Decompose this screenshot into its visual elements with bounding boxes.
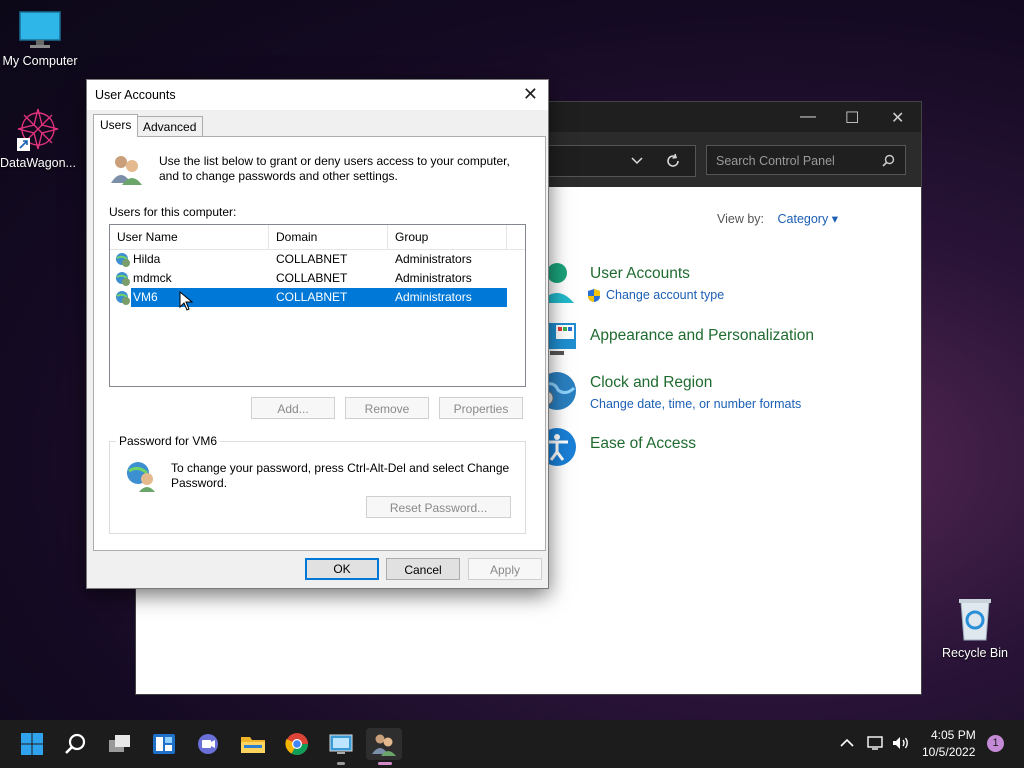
refresh-icon[interactable] — [665, 153, 681, 169]
password-instructions: To change your password, press Ctrl-Alt-… — [171, 461, 510, 490]
link-change-account-type[interactable]: Change account type — [606, 288, 724, 302]
desktop-icon-datawagon[interactable]: DataWagon... — [0, 106, 78, 170]
uac-shield-icon — [588, 289, 600, 302]
category-clock-region[interactable]: Clock and Region — [590, 374, 712, 392]
clock-date[interactable]: 10/5/2022 — [922, 745, 975, 759]
cell-domain: COLLABNET — [276, 252, 348, 266]
maximize-button[interactable]: ☐ — [845, 108, 859, 128]
user-accounts-taskbar-button[interactable] — [366, 728, 402, 760]
cell-group: Administrators — [395, 252, 472, 266]
task-view-icon — [109, 735, 130, 752]
search-icon[interactable] — [882, 154, 895, 167]
table-row[interactable]: Hilda COLLABNET Administrators — [110, 250, 510, 269]
dialog-titlebar[interactable]: User Accounts ✕ — [87, 80, 548, 110]
cell-domain: COLLABNET — [276, 271, 348, 285]
folder-icon — [241, 737, 265, 753]
add-user-button[interactable]: Add... — [251, 397, 335, 419]
address-bar[interactable] — [547, 145, 696, 177]
dialog-close-button[interactable]: ✕ — [523, 84, 538, 105]
teams-chat-button[interactable] — [192, 728, 224, 760]
column-header-group[interactable]: Group — [388, 225, 507, 249]
category-appearance-personalization[interactable]: Appearance and Personalization — [590, 327, 814, 345]
apply-button[interactable]: Apply — [468, 558, 542, 580]
users-icon — [111, 156, 142, 185]
category-ease-of-access[interactable]: Ease of Access — [590, 435, 696, 453]
properties-button[interactable]: Properties — [439, 397, 523, 419]
chat-icon — [198, 734, 218, 754]
desktop-icon-label: Recycle Bin — [942, 646, 1008, 660]
remove-user-button[interactable]: Remove — [345, 397, 429, 419]
dialog-title: User Accounts — [95, 88, 176, 102]
file-explorer-button[interactable] — [237, 728, 269, 760]
volume-icon[interactable] — [891, 735, 911, 751]
user-globe-icon — [116, 291, 130, 305]
widgets-button[interactable] — [148, 728, 180, 760]
monitor-icon — [19, 11, 61, 48]
listview-header: User Name Domain Group — [110, 225, 525, 250]
chevron-up-icon[interactable] — [840, 738, 854, 748]
mouse-cursor-icon — [179, 291, 193, 311]
tab-users[interactable]: Users — [93, 114, 139, 137]
users-tab-panel: Use the list below to grant or deny user… — [93, 136, 546, 551]
active-indicator — [378, 762, 392, 765]
control-panel-icon — [329, 734, 353, 754]
taskbar: 4:05 PM 10/5/2022 1 — [0, 720, 1024, 768]
search-control-panel-input[interactable]: Search Control Panel — [706, 145, 906, 175]
cell-user-name: VM6 — [133, 290, 158, 304]
view-by-dropdown[interactable]: Category ▾ — [778, 212, 839, 226]
view-by-label: View by: — [717, 212, 765, 226]
desktop-icon-label: My Computer — [2, 54, 78, 68]
desktop-icon-label: DataWagon... — [0, 156, 76, 170]
intro-text: Use the list below to grant or deny user… — [159, 154, 510, 183]
password-group-label: Password for VM6 — [116, 434, 221, 448]
cell-user-name: mdmck — [133, 271, 172, 285]
table-row-selected[interactable]: VM6 COLLABNET Administrators — [110, 288, 510, 307]
clock-time[interactable]: 4:05 PM — [931, 728, 976, 742]
network-icon[interactable] — [866, 735, 884, 751]
user-globe-icon — [116, 253, 130, 267]
chrome-button[interactable] — [281, 728, 313, 760]
link-change-date-time-formats[interactable]: Change date, time, or number formats — [590, 397, 801, 411]
users-icon — [372, 734, 396, 756]
widgets-icon — [153, 734, 175, 754]
notification-badge[interactable]: 1 — [987, 735, 1004, 752]
cell-domain: COLLABNET — [276, 290, 348, 304]
column-header-domain[interactable]: Domain — [269, 225, 388, 249]
chevron-down-icon[interactable] — [631, 156, 643, 166]
user-globe-icon — [127, 462, 155, 492]
reset-password-button[interactable]: Reset Password... — [366, 496, 511, 518]
cell-group: Administrators — [395, 271, 472, 285]
search-icon — [65, 733, 86, 754]
user-globe-icon — [116, 272, 130, 286]
tab-advanced[interactable]: Advanced — [136, 116, 204, 137]
view-by-value: Category — [777, 212, 829, 226]
cancel-button[interactable]: Cancel — [386, 558, 460, 580]
users-listview[interactable]: User Name Domain Group Hilda COLLABNET A… — [109, 224, 526, 387]
running-indicator — [337, 762, 345, 765]
caret-down-icon: ▾ — [831, 212, 838, 226]
users-for-computer-label: Users for this computer: — [109, 205, 237, 219]
start-button[interactable] — [16, 728, 48, 760]
desktop-icon-my-computer[interactable]: My Computer — [0, 10, 80, 68]
cell-user-name: Hilda — [133, 252, 161, 266]
table-row[interactable]: mdmck COLLABNET Administrators — [110, 269, 510, 288]
datawagon-app-icon — [17, 108, 59, 151]
close-button[interactable]: ✕ — [891, 108, 904, 128]
column-header-user-name[interactable]: User Name — [110, 225, 269, 249]
recycle-bin-icon — [959, 599, 991, 641]
password-group: Password for VM6 To change your password… — [109, 434, 526, 534]
category-user-accounts[interactable]: User Accounts — [590, 265, 690, 283]
chrome-icon — [285, 733, 308, 755]
ok-button[interactable]: OK — [305, 558, 379, 580]
control-panel-taskbar-button[interactable] — [325, 728, 357, 760]
taskbar-search-button[interactable] — [60, 728, 92, 760]
search-placeholder: Search Control Panel — [716, 154, 835, 168]
cell-group: Administrators — [395, 290, 472, 304]
user-accounts-dialog[interactable]: User Accounts ✕ Users Advanced Use the l… — [86, 79, 549, 589]
task-view-button[interactable] — [104, 728, 136, 760]
minimize-button[interactable]: — — [800, 108, 816, 126]
view-by: View by: Category ▾ — [717, 211, 838, 226]
windows-logo-icon — [21, 733, 43, 755]
desktop-icon-recycle-bin[interactable]: Recycle Bin — [935, 596, 1015, 660]
